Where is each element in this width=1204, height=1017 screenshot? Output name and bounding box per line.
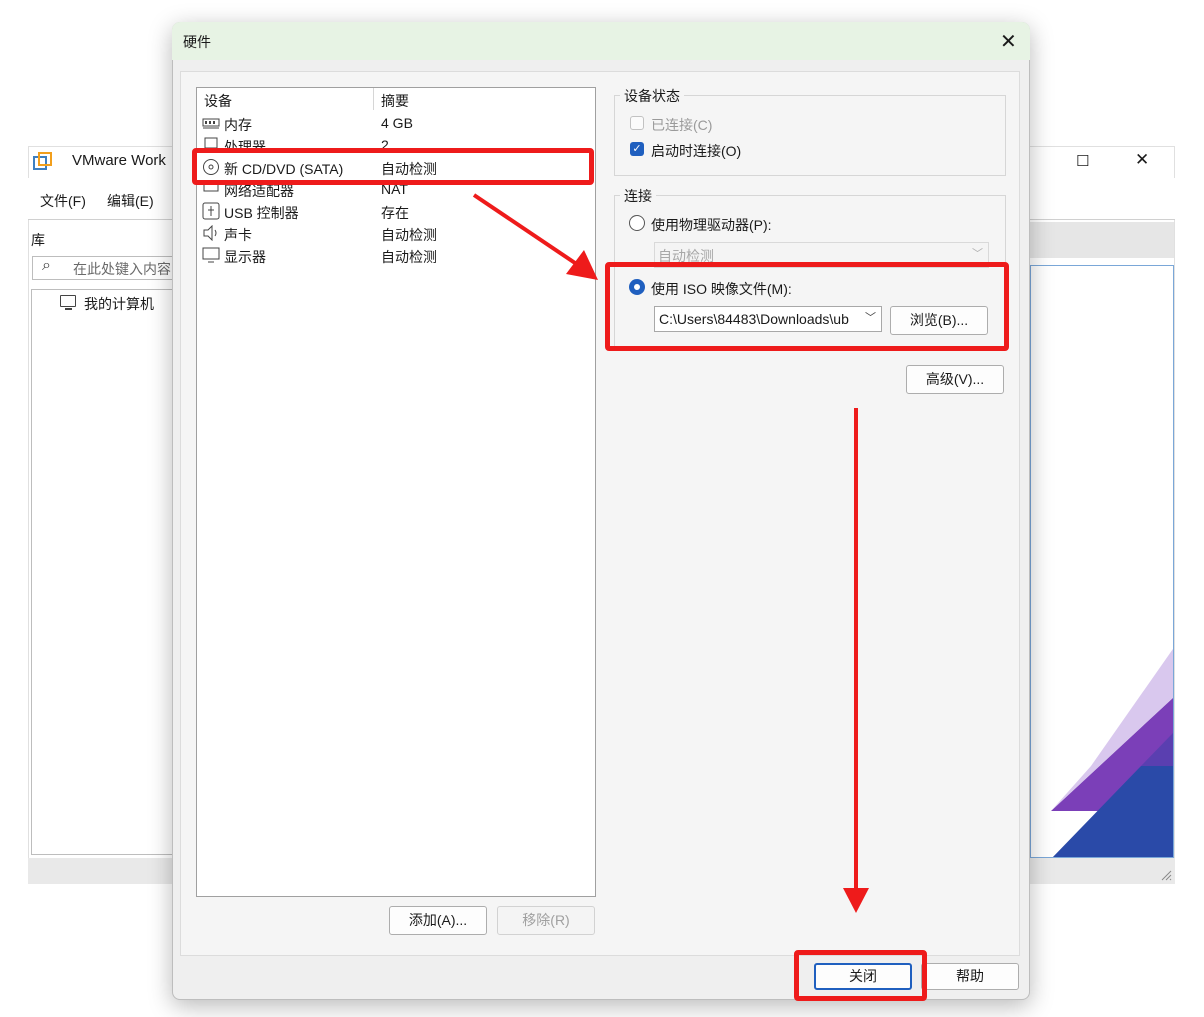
connect-on-start-checkbox[interactable]: ✓ <box>630 142 644 156</box>
device-status-group <box>614 95 1006 176</box>
physical-drive-radio[interactable] <box>629 215 645 231</box>
menu-file[interactable]: 文件(F) <box>40 191 86 211</box>
chevron-down-icon: ﹀ <box>972 248 983 260</box>
device-row-processor[interactable]: 处理器 2 <box>196 136 594 148</box>
device-summary: NAT <box>381 183 408 197</box>
usb-icon <box>202 202 220 220</box>
column-header-device[interactable]: 设备 <box>204 91 232 111</box>
tab-strip <box>1030 222 1174 258</box>
memory-icon <box>202 118 220 129</box>
connection-label: 连接 <box>620 186 656 206</box>
annotation-box-iso <box>605 262 1009 351</box>
device-name: 处理器 <box>224 139 266 148</box>
display-icon <box>202 247 220 263</box>
device-name: 声卡 <box>224 227 252 243</box>
device-summary: 4 GB <box>381 115 413 131</box>
library-search-placeholder: 在此处键入内容 <box>73 261 171 277</box>
dialog-title: 硬件 <box>183 34 211 50</box>
connect-on-start-label[interactable]: 启动时连接(O) <box>651 141 741 161</box>
close-icon[interactable]: ✕ <box>1135 150 1149 170</box>
column-separator[interactable] <box>373 88 374 110</box>
annotation-box-close <box>794 950 927 1001</box>
library-label: 库 <box>31 232 45 248</box>
remove-button: 移除(R) <box>497 906 595 935</box>
device-name: 网络适配器 <box>224 183 294 197</box>
sound-card-icon <box>203 225 217 241</box>
device-status-label: 设备状态 <box>620 86 684 106</box>
processor-icon <box>204 137 218 148</box>
device-name: 显示器 <box>224 249 266 265</box>
annotation-box-cd-dvd <box>192 148 594 185</box>
device-row-network[interactable]: 网络适配器 NAT <box>196 183 594 197</box>
connected-checkbox[interactable] <box>630 116 644 130</box>
computer-icon-stand <box>65 308 72 310</box>
add-button[interactable]: 添加(A)... <box>389 906 487 935</box>
vmware-graphic <box>1051 648 1173 857</box>
maximize-icon[interactable]: ☐ <box>1076 152 1089 170</box>
dialog-close-icon[interactable]: ✕ <box>1000 29 1017 54</box>
menu-edit[interactable]: 编辑(E) <box>107 191 154 211</box>
home-panel <box>1030 265 1174 858</box>
dialog-title-bar <box>172 22 1030 60</box>
device-summary: 2 <box>381 137 389 148</box>
device-name: 内存 <box>224 117 252 133</box>
device-summary: 存在 <box>381 205 409 221</box>
computer-icon <box>60 295 76 307</box>
column-header-summary[interactable]: 摘要 <box>381 91 409 111</box>
vmware-window-title: VMware Work <box>72 152 166 169</box>
connected-checkbox-label: 已连接(C) <box>651 117 713 133</box>
vmware-logo-icon <box>33 152 52 170</box>
device-summary: 自动检测 <box>381 249 437 265</box>
library-tree <box>31 289 181 855</box>
device-name: USB 控制器 <box>224 205 299 221</box>
physical-drive-label[interactable]: 使用物理驱动器(P): <box>651 215 772 235</box>
resize-grip-icon[interactable] <box>1160 869 1172 881</box>
search-icon: ⌕ <box>42 257 51 274</box>
help-button[interactable]: 帮助 <box>921 963 1019 990</box>
device-summary: 自动检测 <box>381 227 437 243</box>
tree-item-my-computer[interactable]: 我的计算机 <box>84 294 154 314</box>
advanced-button[interactable]: 高级(V)... <box>906 365 1004 394</box>
